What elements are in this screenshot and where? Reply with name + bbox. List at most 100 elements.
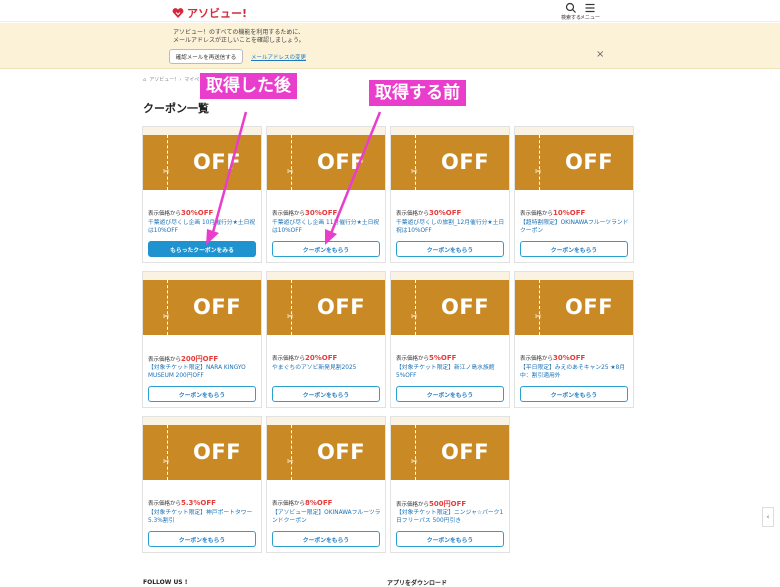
coupon-description[interactable]: 千葉遊び尽くし企画 11月催行分★土日祝は10%OFF (272, 219, 382, 235)
get-coupon-button[interactable]: クーポンをもらう (148, 386, 256, 402)
coupon-description[interactable]: やまぐちのアソビ新発見割2025 (272, 364, 382, 372)
page-title: クーポン一覧 (143, 102, 209, 115)
rate-prefix: 表示価格から (272, 356, 306, 362)
footer-app-download: アプリをダウンロード (387, 580, 448, 587)
off-text: OFF (441, 440, 490, 464)
hamburger-icon (585, 3, 595, 13)
coupon-rate: 表示価格から8%OFF (272, 499, 332, 507)
coupon-card: ✂ OFF 表示価格から5%OFF 【対象チケット限定】新江ノ島水族館5%OFF… (390, 271, 510, 408)
coupon-description[interactable]: 【対象チケット限定】ニンジャ☆パーク1日フリーパス 500円引き (396, 509, 506, 525)
ticket-edge (391, 127, 509, 135)
perforation-line (539, 280, 540, 335)
annotation-before-label: 取得する前 (369, 80, 466, 106)
coupon-description[interactable]: 【アソビュー限定】OKINAWAフルーツランドクーポン (272, 509, 382, 525)
scissors-icon: ✂ (535, 312, 542, 321)
off-text: OFF (441, 295, 490, 319)
rate-value: 10%OFF (553, 209, 586, 217)
coupon-card: ✂ OFF 表示価格から8%OFF 【アソビュー限定】OKINAWAフルーツラン… (266, 416, 386, 553)
coupon-description[interactable]: 【平日限定】みえのあそキャン25 ★8月中：割引適用外 (520, 364, 630, 380)
off-text: OFF (441, 150, 490, 174)
coupon-description[interactable]: 千葉遊び尽くし企画 10月催行分★土日祝は10%OFF (148, 219, 258, 235)
perforation-line (291, 135, 292, 190)
off-text: OFF (565, 150, 614, 174)
rate-prefix: 表示価格から (396, 356, 430, 362)
coupon-ticket: ✂ OFF (391, 280, 509, 335)
get-coupon-button[interactable]: クーポンをもらう (520, 386, 628, 402)
coupon-card: ✂ OFF 表示価格から30%OFF 千葉遊び尽くし企画 11月催行分★土日祝は… (266, 126, 386, 263)
top-header: アソビュー! 検索する メニュー (0, 0, 780, 22)
get-coupon-button[interactable]: クーポンをもらう (520, 241, 628, 257)
coupon-description[interactable]: 【対象チケット限定】NARA KINGYO MUSEUM 200円OFF (148, 364, 258, 380)
resend-email-button[interactable]: 確認メールを再送信する (169, 49, 243, 64)
site-logo[interactable]: アソビュー! (172, 5, 247, 21)
off-text: OFF (565, 295, 614, 319)
scissors-icon: ✂ (287, 457, 294, 466)
scissors-icon: ✂ (535, 167, 542, 176)
ticket-edge (267, 127, 385, 135)
get-coupon-button[interactable]: クーポンをもらう (396, 386, 504, 402)
rate-prefix: 表示価格から (148, 357, 182, 363)
coupon-rate: 表示価格から30%OFF (272, 209, 337, 217)
off-text: OFF (193, 440, 242, 464)
get-coupon-button[interactable]: クーポンをもらう (396, 531, 504, 547)
coupon-rate: 表示価格から200円OFF (148, 354, 218, 364)
perforation-line (291, 280, 292, 335)
rate-prefix: 表示価格から (520, 211, 554, 217)
perforation-line (167, 135, 168, 190)
coupon-card: ✂ OFF 表示価格から10%OFF 【超特割限定】OKINAWAフルーツランド… (514, 126, 634, 263)
scissors-icon: ✂ (287, 167, 294, 176)
coupon-ticket: ✂ OFF (267, 425, 385, 480)
scissors-icon: ✂ (163, 457, 170, 466)
coupon-card: ✂ OFF 表示価格から30%OFF 【平日限定】みえのあそキャン25 ★8月中… (514, 271, 634, 408)
close-notice-icon[interactable]: × (596, 49, 604, 60)
perforation-line (539, 135, 540, 190)
notice-message: アソビュー！のすべての機能を利用するために、 メールアドレスが正しいことを確認し… (173, 29, 473, 45)
scissors-icon: ✂ (287, 312, 294, 321)
coupon-ticket: ✂ OFF (143, 135, 261, 190)
coupon-ticket: ✂ OFF (515, 135, 633, 190)
get-coupon-button[interactable]: クーポンをもらう (272, 386, 380, 402)
coupon-description[interactable]: 【対象チケット限定】神戸ポートタワー5.3%割引 (148, 509, 258, 525)
side-collapse-tab[interactable]: ‹ (762, 507, 774, 527)
rate-value: 5%OFF (429, 354, 457, 362)
coupon-ticket: ✂ OFF (143, 425, 261, 480)
breadcrumb-item-home[interactable]: アソビュー! (149, 76, 176, 83)
rate-prefix: 表示価格から (148, 501, 182, 507)
change-email-link[interactable]: メールアドレスの変更 (251, 53, 306, 61)
scissors-icon: ✂ (411, 312, 418, 321)
footer-follow-us: FOLLOW US ! (143, 579, 188, 586)
menu-button[interactable]: メニュー (578, 2, 602, 22)
coupon-rate: 表示価格から5.3%OFF (148, 499, 216, 507)
ticket-edge (267, 417, 385, 425)
breadcrumb-separator: › (179, 76, 182, 83)
get-coupon-button[interactable]: クーポンをもらう (148, 531, 256, 547)
rate-value: 30%OFF (305, 209, 338, 217)
get-coupon-button[interactable]: クーポンをもらう (272, 531, 380, 547)
coupon-rate: 表示価格から30%OFF (520, 354, 585, 362)
coupon-card: ✂ OFF 表示価格から500円OFF 【対象チケット限定】ニンジャ☆パーク1日… (390, 416, 510, 553)
get-coupon-button[interactable]: クーポンをもらう (272, 241, 380, 257)
menu-label: メニュー (579, 15, 600, 21)
rate-prefix: 表示価格から (396, 211, 430, 217)
rate-prefix: 表示価格から (272, 211, 306, 217)
view-obtained-coupon-button[interactable]: もらったクーポンをみる (148, 241, 256, 257)
coupon-description[interactable]: 【対象チケット限定】新江ノ島水族館5%OFF (396, 364, 506, 380)
chevron-left-icon: ‹ (766, 513, 770, 521)
coupon-rate: 表示価格から30%OFF (148, 209, 213, 217)
notice-line-2: メールアドレスが正しいことを確認しましょう。 (173, 37, 305, 44)
ticket-edge (391, 272, 509, 280)
coupon-ticket: ✂ OFF (515, 280, 633, 335)
ticket-edge (515, 127, 633, 135)
coupon-description[interactable]: 【超特割限定】OKINAWAフルーツランドクーポン (520, 219, 630, 235)
coupon-card: ✂ OFF 表示価格から30%OFF 千葉遊び尽くし企画 10月催行分★土日祝は… (142, 126, 262, 263)
off-text: OFF (193, 150, 242, 174)
scissors-icon: ✂ (411, 167, 418, 176)
coupon-ticket: ✂ OFF (267, 135, 385, 190)
scissors-icon: ✂ (163, 312, 170, 321)
rate-value: 30%OFF (553, 354, 586, 362)
scissors-icon: ✂ (163, 167, 170, 176)
off-text: OFF (317, 440, 366, 464)
get-coupon-button[interactable]: クーポンをもらう (396, 241, 504, 257)
coupon-description[interactable]: 千葉遊び尽くしの旅割_12月催行分★土日祝は10%OFF (396, 219, 506, 235)
ticket-edge (143, 127, 261, 135)
